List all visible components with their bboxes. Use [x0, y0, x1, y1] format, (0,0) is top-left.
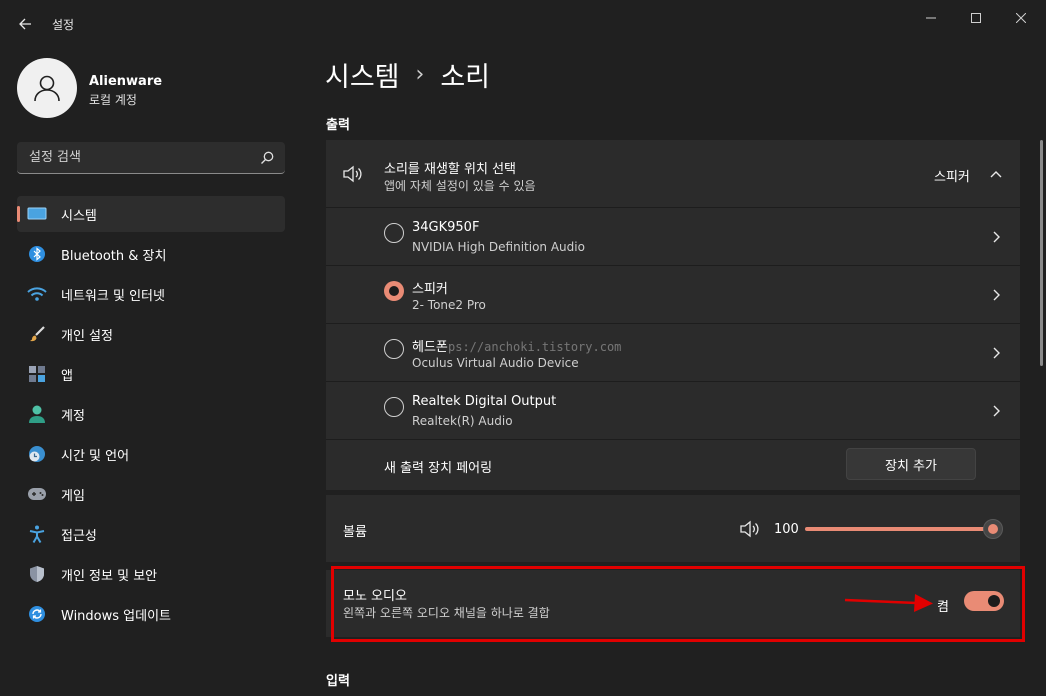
sidebar-item-label: Bluetooth & 장치 [61, 248, 167, 264]
sidebar-item-label: Windows 업데이트 [61, 608, 172, 624]
input-section-label: 입력 [326, 674, 350, 689]
apps-icon [27, 364, 47, 384]
back-button[interactable] [8, 8, 42, 40]
volume-row: 볼륨 100 [326, 495, 1020, 562]
device-name: 헤드폰 [412, 340, 448, 355]
device-radio[interactable] [384, 397, 404, 417]
search-box [17, 142, 285, 174]
app-title: 설정 [52, 18, 75, 32]
sidebar-item-windows-update[interactable]: Windows 업데이트 [17, 596, 285, 632]
sidebar-item-label: 계정 [61, 408, 85, 424]
maximize-button[interactable] [953, 4, 999, 32]
volume-speaker-icon[interactable] [740, 520, 762, 538]
brush-icon [27, 324, 47, 344]
device-desc: Realtek(R) Audio [412, 414, 513, 428]
maximize-icon [971, 13, 981, 23]
output-select-title: 소리를 재생할 위치 선택 [384, 162, 516, 177]
sidebar-item-accessibility[interactable]: 접근성 [17, 516, 285, 552]
sidebar-item-network[interactable]: 네트워크 및 인터넷 [17, 276, 285, 312]
account-type: 로컬 계정 [89, 93, 137, 107]
sidebar-item-time-language[interactable]: 시간 및 언어 [17, 436, 285, 472]
device-row-realtek[interactable]: Realtek Digital Output Realtek(R) Audio [326, 382, 1020, 439]
output-device-selector[interactable]: 소리를 재생할 위치 선택 앱에 자체 설정이 있을 수 있음 스피커 [326, 140, 1020, 207]
arrow-left-icon [19, 18, 31, 30]
device-desc: 2- Tone2 Pro [412, 298, 486, 312]
sidebar-item-label: 앱 [61, 368, 73, 384]
minimize-button[interactable] [908, 4, 954, 32]
clock-globe-icon [27, 444, 47, 464]
breadcrumb-parent[interactable]: 시스템 [325, 55, 400, 94]
sidebar-nav: 시스템 Bluetooth & 장치 네트워크 및 인터넷 개인 설정 앱 계정… [17, 196, 285, 636]
chevron-right-icon[interactable] [989, 288, 1003, 302]
sidebar-item-label: 개인 정보 및 보안 [61, 568, 158, 584]
device-radio[interactable] [384, 339, 404, 359]
sidebar-item-label: 시간 및 언어 [61, 448, 130, 464]
chevron-right-icon[interactable] [989, 346, 1003, 360]
scrollbar[interactable] [1040, 140, 1043, 366]
volume-value: 100 [774, 522, 799, 537]
close-icon [1016, 13, 1026, 23]
sidebar-item-label: 게임 [61, 488, 85, 504]
device-radio[interactable] [384, 223, 404, 243]
device-desc: NVIDIA High Definition Audio [412, 240, 585, 254]
minimize-icon [926, 17, 936, 19]
volume-label: 볼륨 [343, 525, 367, 540]
output-select-subtitle: 앱에 자체 설정이 있을 수 있음 [384, 179, 536, 193]
pair-device-label: 새 출력 장치 페어링 [384, 461, 493, 476]
sidebar-item-personalization[interactable]: 개인 설정 [17, 316, 285, 352]
sidebar-item-bluetooth[interactable]: Bluetooth & 장치 [17, 236, 285, 272]
sidebar-item-label: 시스템 [61, 208, 97, 224]
wifi-icon [27, 284, 47, 304]
annotation-arrow-icon [844, 594, 933, 612]
volume-slider-thumb[interactable] [983, 519, 1003, 539]
device-radio-selected[interactable] [384, 281, 404, 301]
speaker-icon [343, 165, 362, 183]
device-row-speaker[interactable]: 스피커 2- Tone2 Pro [326, 266, 1020, 323]
account-icon [27, 404, 47, 424]
user-name: Alienware [89, 74, 163, 89]
chevron-right-icon[interactable] [989, 230, 1003, 244]
device-row-headphones[interactable]: 헤드폰 Oculus Virtual Audio Device [326, 324, 1020, 381]
accessibility-icon [27, 524, 47, 544]
shield-icon [27, 564, 47, 584]
sidebar-item-label: 접근성 [61, 528, 97, 544]
volume-slider-track[interactable] [805, 527, 991, 531]
watermark: ps://anchoki.tistory.com [448, 340, 622, 354]
bluetooth-icon [27, 244, 47, 264]
title-bar: 설정 [0, 0, 1046, 48]
sidebar-item-privacy[interactable]: 개인 정보 및 보안 [17, 556, 285, 592]
sidebar-item-label: 개인 설정 [61, 328, 113, 344]
page-title: 소리 [440, 62, 491, 93]
device-row-34gk950f[interactable]: 34GK950F NVIDIA High Definition Audio [326, 208, 1020, 265]
chevron-up-icon[interactable] [989, 167, 1003, 181]
chevron-right-icon[interactable] [989, 404, 1003, 418]
device-name: Realtek Digital Output [412, 394, 557, 409]
device-name: 스피커 [412, 282, 448, 297]
sidebar-item-gaming[interactable]: 게임 [17, 476, 285, 512]
user-icon [34, 75, 60, 102]
device-name: 34GK950F [412, 220, 480, 235]
system-icon [27, 204, 47, 224]
breadcrumb: 시스템 › 소리 [325, 55, 490, 94]
sidebar-item-system[interactable]: 시스템 [17, 196, 285, 232]
add-device-button[interactable]: 장치 추가 [846, 448, 976, 480]
close-button[interactable] [998, 4, 1044, 32]
pair-device-row: 새 출력 장치 페어링 장치 추가 [326, 440, 1020, 490]
update-icon [27, 604, 47, 624]
breadcrumb-separator: › [415, 62, 425, 87]
sidebar-item-accounts[interactable]: 계정 [17, 396, 285, 432]
output-section-label: 출력 [326, 118, 350, 133]
gamepad-icon [27, 484, 47, 504]
sidebar-item-apps[interactable]: 앱 [17, 356, 285, 392]
sidebar-item-label: 네트워크 및 인터넷 [61, 288, 165, 304]
device-desc: Oculus Virtual Audio Device [412, 356, 579, 370]
avatar[interactable] [17, 58, 77, 118]
output-select-value: 스피커 [934, 170, 970, 185]
search-icon[interactable] [259, 150, 275, 166]
search-input[interactable] [17, 142, 247, 173]
